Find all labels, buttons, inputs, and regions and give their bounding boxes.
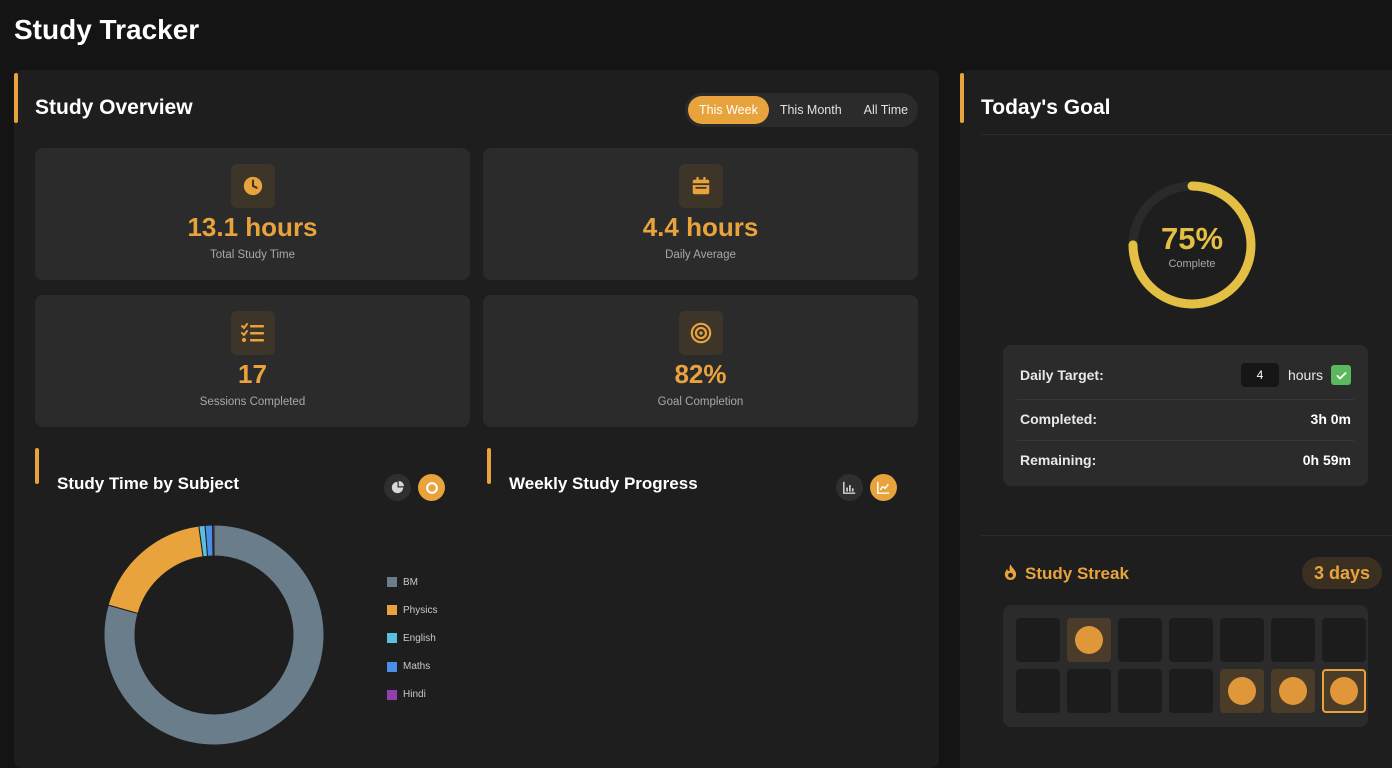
streak-day-marker bbox=[1075, 626, 1103, 654]
streak-day bbox=[1067, 669, 1111, 713]
subject-legend: BM Physics English Maths Hindi bbox=[387, 568, 437, 709]
streak-day bbox=[1067, 618, 1111, 662]
range-tabs: This Week This Month All Time bbox=[685, 93, 918, 127]
divider bbox=[981, 134, 1392, 135]
streak-day bbox=[1016, 618, 1060, 662]
stat-value: 17 bbox=[238, 359, 267, 389]
streak-day bbox=[1271, 618, 1315, 662]
stat-label: Total Study Time bbox=[209, 249, 295, 261]
daily-target-input[interactable] bbox=[1240, 363, 1279, 387]
app-title: Study Tracker bbox=[14, 14, 200, 45]
donut-slice-hindi bbox=[212, 524, 215, 557]
stat-value: 4.4 hours bbox=[642, 212, 759, 242]
check-icon bbox=[1336, 371, 1346, 380]
daily-target-label: Daily Target: bbox=[1020, 367, 1104, 383]
accent-bar bbox=[35, 448, 39, 484]
donut-slice-physics bbox=[107, 525, 204, 615]
confirm-target-button[interactable] bbox=[1331, 365, 1351, 385]
legend-item: Physics bbox=[387, 596, 437, 624]
streak-day bbox=[1322, 618, 1366, 662]
streak-day-marker bbox=[1330, 677, 1358, 705]
weekly-line-chart: 0h2h4h6h8h10h12hSunMonTue(Today)WedThuFr… bbox=[494, 520, 904, 745]
legend-swatch bbox=[387, 577, 397, 588]
streak-day bbox=[1169, 669, 1213, 713]
legend-item: Maths bbox=[387, 653, 437, 681]
stat-card-daily-average: 4.4 hours Daily Average bbox=[483, 148, 918, 280]
streak-day-marker bbox=[1279, 677, 1307, 705]
goal-title: Today's Goal bbox=[981, 96, 1111, 119]
streak-day-today bbox=[1322, 669, 1366, 713]
stat-card-total-time: 13.1 hours Total Study Time bbox=[35, 148, 470, 280]
target-unit: hours bbox=[1287, 367, 1323, 383]
completed-row: Completed: 3h 0m bbox=[1020, 399, 1351, 439]
legend-label: Physics bbox=[403, 604, 438, 616]
accent-bar bbox=[960, 73, 964, 123]
streak-day-marker bbox=[1228, 677, 1256, 705]
legend-label: BM bbox=[403, 576, 418, 588]
legend-swatch bbox=[387, 605, 397, 616]
target-icon bbox=[678, 311, 723, 355]
remaining-row: Remaining: 0h 59m bbox=[1020, 440, 1351, 480]
legend-label: English bbox=[403, 632, 436, 644]
legend-label: Maths bbox=[403, 661, 431, 673]
streak-grid bbox=[1003, 605, 1368, 727]
streak-day bbox=[1169, 618, 1213, 662]
bar-chart-toggle-button[interactable] bbox=[836, 474, 863, 501]
accent-bar bbox=[487, 448, 491, 484]
goal-progress-ring: 75% Complete bbox=[1128, 181, 1256, 309]
legend-item: BM bbox=[387, 568, 437, 596]
legend-label: Hindi bbox=[403, 689, 426, 701]
stat-card-goal-completion: 82% Goal Completion bbox=[483, 295, 918, 427]
remaining-value: 0h 59m bbox=[1302, 452, 1351, 468]
tab-all-time[interactable]: All Time bbox=[853, 96, 919, 124]
stat-label: Sessions Completed bbox=[199, 396, 306, 408]
stat-card-sessions: 17 Sessions Completed bbox=[35, 295, 470, 427]
legend-item: English bbox=[387, 624, 437, 652]
remaining-label: Remaining: bbox=[1020, 452, 1097, 468]
subject-chart-title: Study Time by Subject bbox=[57, 474, 240, 493]
todays-goal-panel: Today's Goal 75% Complete Daily Target: … bbox=[960, 70, 1392, 768]
streak-day bbox=[1220, 669, 1264, 713]
legend-item: Hindi bbox=[387, 681, 437, 709]
goal-complete-label: Complete bbox=[1168, 258, 1215, 270]
tab-this-month[interactable]: This Month bbox=[769, 96, 853, 124]
overview-title: Study Overview bbox=[35, 96, 193, 119]
stat-label: Daily Average bbox=[665, 249, 736, 261]
accent-bar bbox=[14, 73, 18, 123]
line-chart-toggle-button[interactable] bbox=[870, 474, 897, 501]
checklist-icon bbox=[230, 311, 275, 355]
completed-value: 3h 0m bbox=[1310, 411, 1351, 427]
stat-label: Goal Completion bbox=[657, 396, 744, 408]
goal-details: Daily Target: hours Completed: 3h 0m Rem… bbox=[1003, 345, 1368, 486]
streak-day bbox=[1016, 669, 1060, 713]
completed-label: Completed: bbox=[1020, 411, 1097, 427]
clock-icon bbox=[230, 164, 275, 208]
streak-day bbox=[1271, 669, 1315, 713]
subject-donut-chart bbox=[103, 524, 325, 746]
stat-value: 82% bbox=[674, 359, 727, 389]
streak-day bbox=[1118, 618, 1162, 662]
streak-day bbox=[1220, 618, 1264, 662]
divider bbox=[981, 535, 1392, 536]
target-controls: hours bbox=[1240, 363, 1351, 387]
fire-icon bbox=[1003, 564, 1018, 586]
pie-chart-toggle-button[interactable] bbox=[384, 474, 411, 501]
legend-swatch bbox=[387, 689, 397, 700]
legend-swatch bbox=[387, 661, 397, 672]
donut-chart-toggle-button[interactable] bbox=[418, 474, 445, 501]
stat-value: 13.1 hours bbox=[187, 212, 318, 242]
goal-percent: 75% bbox=[1161, 221, 1223, 256]
tab-this-week[interactable]: This Week bbox=[688, 96, 769, 124]
legend-swatch bbox=[387, 633, 397, 644]
daily-target-row: Daily Target: hours bbox=[1020, 355, 1351, 395]
streak-title: Study Streak bbox=[1025, 564, 1129, 583]
weekly-chart-title: Weekly Study Progress bbox=[509, 474, 698, 493]
calendar-icon bbox=[678, 164, 723, 208]
streak-badge: 3 days bbox=[1302, 557, 1383, 589]
study-overview-panel: Study Overview This Week This Month All … bbox=[14, 70, 939, 768]
streak-day bbox=[1118, 669, 1162, 713]
